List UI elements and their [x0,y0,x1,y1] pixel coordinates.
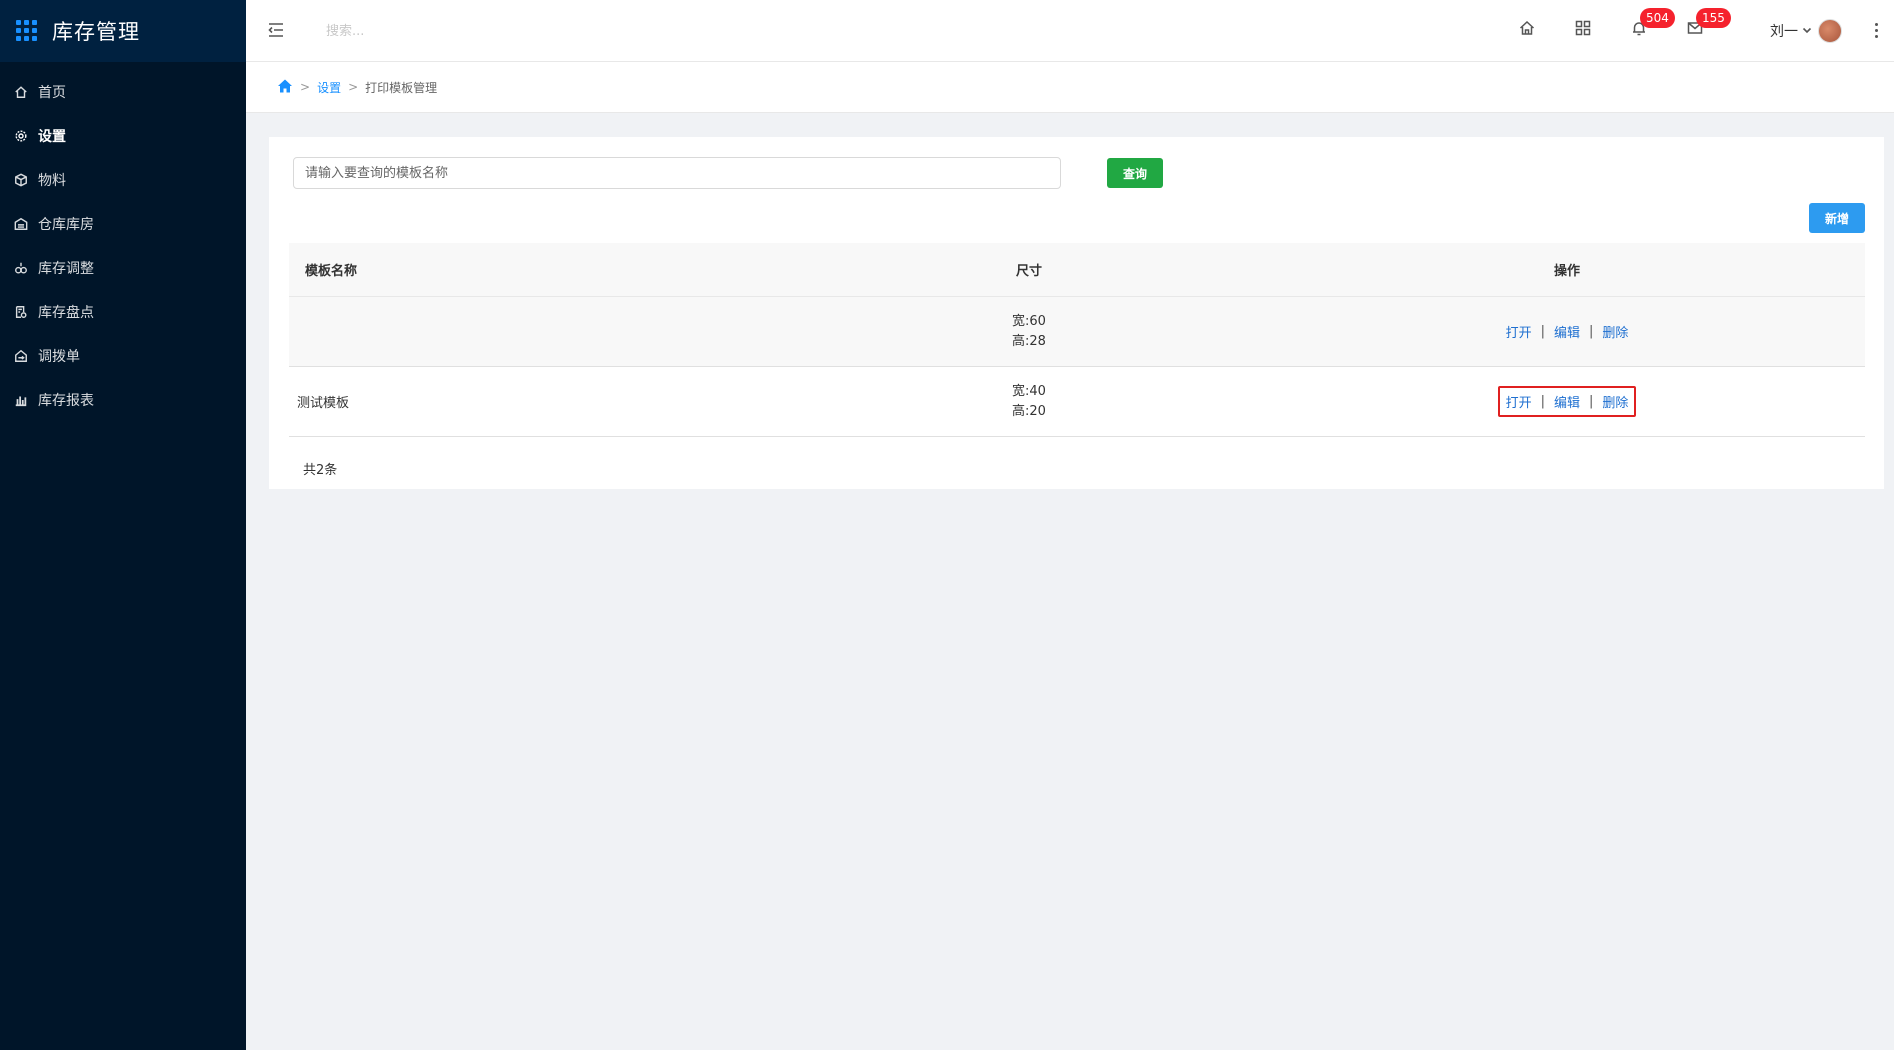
gear-icon [13,128,29,144]
template-table: 模板名称 尺寸 操作 宽:60 高:28 打开 | 编辑 | 删除 测试模板 宽… [289,243,1865,437]
breadcrumb-separator: > [348,80,359,94]
open-link[interactable]: 打开 [1506,392,1532,411]
app-root: 库存管理 首页 设置 物料 仓库库房 库存调整 库存盘点 调拨单 库存报表 搜索… [0,0,1894,1050]
sidebar-item-label: 设置 [38,129,66,145]
inventory-check-icon [13,304,29,320]
column-header-name[interactable]: 模板名称 [289,260,789,279]
action-separator: | [1589,324,1594,339]
size-height: 高:20 [1012,403,1046,419]
sidebar-item-label: 库存盘点 [38,305,94,321]
row-actions: 打开 | 编辑 | 删除 [1498,316,1637,347]
more-vertical-icon[interactable] [1870,20,1882,40]
sidebar-item-warehouse[interactable]: 仓库库房 [0,202,246,246]
search-input[interactable] [326,18,626,44]
size-cell: 宽:40 高:20 [789,382,1269,422]
mail-icon[interactable]: 155 [1686,8,1731,39]
sidebar-item-label: 首页 [38,85,66,101]
menu-collapse-icon[interactable] [266,20,286,40]
notification-badge: 504 [1640,8,1675,28]
add-button[interactable]: 新增 [1809,203,1865,233]
chevron-down-icon [1802,23,1812,39]
open-link[interactable]: 打开 [1506,322,1532,341]
sidebar-item-settings[interactable]: 设置 [0,114,246,158]
cube-icon [13,172,29,188]
column-header-actions: 操作 [1553,264,1580,279]
message-badge: 155 [1696,8,1731,28]
top-header: 504 155 刘一 [246,0,1894,62]
brand[interactable]: 库存管理 [0,0,246,62]
sidebar-item-transfer[interactable]: 调拨单 [0,334,246,378]
sidebar-item-stock-report[interactable]: 库存报表 [0,378,246,422]
size-width: 宽:40 [1012,383,1046,399]
table-row[interactable]: 测试模板 宽:40 高:20 打开 | 编辑 | 删除 [289,367,1865,437]
sidebar-item-label: 库存调整 [38,261,94,277]
breadcrumb-link-settings[interactable]: 设置 [317,79,341,96]
bell-icon[interactable]: 504 [1630,8,1675,39]
delete-link[interactable]: 删除 [1602,392,1628,411]
user-name: 刘一 [1770,24,1798,40]
table-header: 模板名称 尺寸 操作 [289,243,1865,297]
sidebar-item-label: 物料 [38,173,66,189]
action-separator: | [1589,394,1594,409]
sidebar-menu: 首页 设置 物料 仓库库房 库存调整 库存盘点 调拨单 库存报表 [0,70,246,422]
home-icon[interactable] [277,78,293,97]
sidebar-item-materials[interactable]: 物料 [0,158,246,202]
grid-icon[interactable] [1574,19,1594,39]
template-list-card: 查询 新增 模板名称 尺寸 操作 宽:60 高:28 打开 | 编辑 [269,137,1884,489]
query-button[interactable]: 查询 [1107,158,1163,188]
actions-cell: 打开 | 编辑 | 删除 [1269,316,1865,347]
sidebar-item-stock-check[interactable]: 库存盘点 [0,290,246,334]
sidebar-item-label: 调拨单 [38,349,80,365]
action-separator: | [1540,324,1545,339]
template-name-cell: 测试模板 [297,396,350,411]
template-name-search-input[interactable] [293,157,1061,189]
actions-cell: 打开 | 编辑 | 删除 [1269,386,1865,417]
sidebar-item-home[interactable]: 首页 [0,70,246,114]
breadcrumb: > 设置 > 打印模板管理 [246,62,1894,113]
edit-link[interactable]: 编辑 [1554,392,1580,411]
transfer-icon [13,348,29,364]
action-separator: | [1540,394,1545,409]
sidebar-item-stock-adjust[interactable]: 库存调整 [0,246,246,290]
breadcrumb-current: 打印模板管理 [365,80,438,95]
sidebar: 库存管理 首页 设置 物料 仓库库房 库存调整 库存盘点 调拨单 库存报表 [0,0,246,1050]
breadcrumb-separator: > [300,80,311,94]
adjust-icon [13,260,29,276]
sidebar-item-label: 库存报表 [38,393,94,409]
row-actions-highlighted: 打开 | 编辑 | 删除 [1497,386,1637,417]
bar-chart-icon [13,392,29,408]
home-icon[interactable] [1518,19,1538,39]
apps-grid-icon [16,20,38,42]
size-height: 高:28 [1012,333,1046,349]
size-cell: 宽:60 高:28 [789,312,1269,352]
edit-link[interactable]: 编辑 [1554,322,1580,341]
delete-link[interactable]: 删除 [1602,322,1628,341]
table-row[interactable]: 宽:60 高:28 打开 | 编辑 | 删除 [289,297,1865,367]
home-icon [13,84,29,100]
sidebar-item-label: 仓库库房 [38,217,94,233]
total-count: 共2条 [303,463,338,478]
avatar [1818,19,1842,43]
warehouse-icon [13,216,29,232]
column-header-size[interactable]: 尺寸 [789,260,1269,279]
user-menu[interactable]: 刘一 [1770,16,1842,46]
app-title: 库存管理 [52,20,140,44]
size-width: 宽:60 [1012,313,1046,329]
